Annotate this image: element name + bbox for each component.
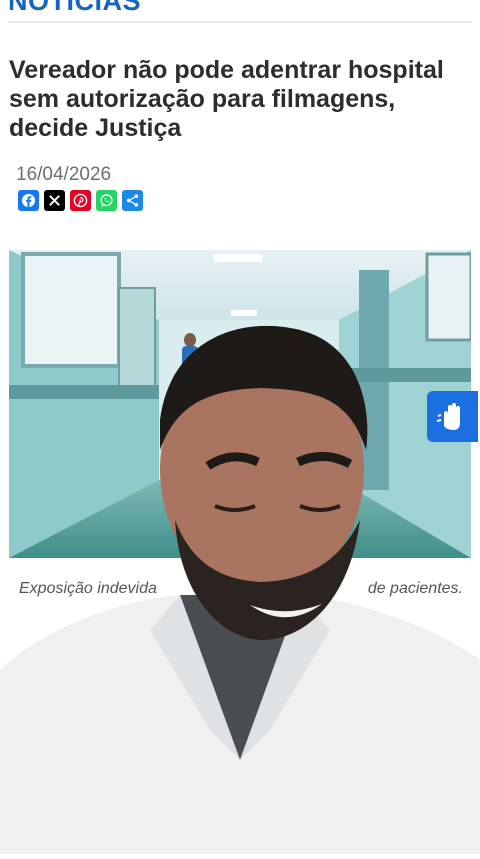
accessibility-button[interactable] <box>427 391 478 442</box>
x-icon <box>49 195 60 206</box>
presenter-video-overlay <box>0 300 480 854</box>
whatsapp-icon <box>100 194 113 208</box>
share-whatsapp-button[interactable] <box>96 190 117 211</box>
share-icon <box>126 194 139 207</box>
share-facebook-button[interactable] <box>18 190 39 211</box>
section-title: NOTÍCIAS <box>8 0 142 16</box>
article-headline: Vereador não pode adentrar hospital sem … <box>9 56 444 142</box>
header-divider <box>8 21 472 23</box>
pinterest-icon <box>73 193 88 208</box>
facebook-icon <box>21 193 36 208</box>
share-buttons <box>18 190 143 211</box>
sign-language-hands-icon <box>436 402 460 430</box>
share-x-button[interactable] <box>44 190 65 211</box>
article-date: 16/04/2026 <box>16 164 112 185</box>
share-generic-button[interactable] <box>122 190 143 211</box>
share-pinterest-button[interactable] <box>70 190 91 211</box>
